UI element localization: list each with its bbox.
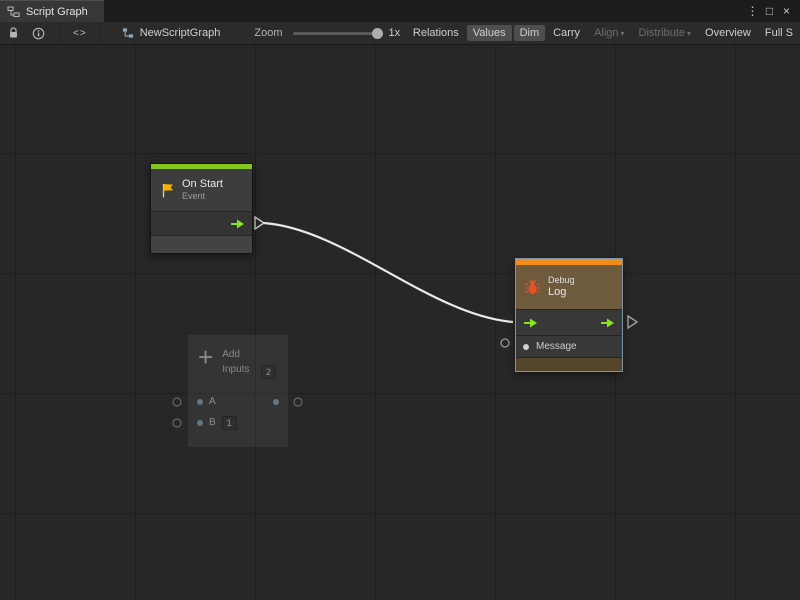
title-bar: Script Graph ⋮ □ × bbox=[0, 0, 800, 22]
add-output-connector[interactable] bbox=[294, 398, 302, 406]
message-port-dot[interactable] bbox=[523, 344, 529, 350]
zoom-slider-handle[interactable] bbox=[372, 28, 383, 39]
maximize-icon[interactable]: □ bbox=[761, 0, 778, 22]
port-b-label: B bbox=[209, 417, 216, 428]
toolbar-buttons: Relations Values Dim Carry Align▾ Distri… bbox=[406, 22, 800, 45]
window-menu-icon[interactable]: ⋮ bbox=[744, 0, 761, 22]
script-graph-icon bbox=[7, 5, 20, 18]
script-graph-window: Script Graph ⋮ □ × <> bbox=[0, 0, 800, 600]
graph-toolbar: <> NewScriptGraph Zoom 1x Relations Valu… bbox=[0, 22, 800, 45]
code-view-button[interactable]: <> bbox=[60, 22, 100, 45]
fullscreen-button[interactable]: Full S bbox=[759, 25, 799, 41]
zoom-control: Zoom 1x bbox=[254, 27, 400, 39]
align-button: Align▾ bbox=[588, 25, 630, 41]
chevron-down-icon: ▾ bbox=[687, 29, 691, 38]
on-start-header: On Start Event bbox=[151, 169, 252, 211]
add-output-dot[interactable] bbox=[273, 399, 279, 405]
graph-name: NewScriptGraph bbox=[140, 27, 221, 39]
node-on-start[interactable]: On Start Event bbox=[150, 163, 253, 254]
debug-title: Log bbox=[548, 286, 575, 300]
message-input-connector[interactable] bbox=[501, 339, 509, 347]
on-start-title: On Start bbox=[182, 178, 223, 192]
add-title: Add bbox=[222, 347, 249, 362]
info-icon[interactable] bbox=[26, 22, 50, 45]
window-title: Script Graph bbox=[26, 6, 88, 18]
port-b-value[interactable]: 1 bbox=[222, 416, 237, 430]
relations-button[interactable]: Relations bbox=[407, 25, 465, 41]
debug-output-connector[interactable] bbox=[628, 316, 637, 328]
zoom-label: Zoom bbox=[254, 27, 282, 39]
zoom-value: 1x bbox=[389, 27, 401, 39]
graph-asset[interactable]: NewScriptGraph bbox=[122, 27, 221, 39]
node-add-ghost[interactable]: + Add Inputs 2 A B 1 bbox=[188, 335, 288, 447]
debug-header: Debug Log bbox=[516, 265, 622, 309]
flow-input-port[interactable] bbox=[523, 318, 538, 328]
debug-message-row: Message bbox=[516, 335, 622, 357]
chevron-down-icon: ▾ bbox=[621, 29, 625, 38]
bug-icon bbox=[524, 279, 541, 296]
node-debug-log[interactable]: Debug Log Message bbox=[515, 258, 623, 372]
add-port-a-row: A bbox=[188, 391, 288, 412]
add-a-input-connector[interactable] bbox=[173, 398, 181, 406]
debug-footer bbox=[516, 357, 622, 371]
dim-button[interactable]: Dim bbox=[514, 25, 546, 41]
on-start-flow-row bbox=[151, 211, 252, 235]
add-port-b-row: B 1 bbox=[188, 412, 288, 433]
close-icon[interactable]: × bbox=[778, 0, 795, 22]
graph-canvas[interactable]: On Start Event bbox=[0, 45, 800, 600]
port-b-dot[interactable] bbox=[197, 420, 203, 426]
add-input-count[interactable]: 2 bbox=[261, 365, 276, 379]
flag-icon bbox=[159, 182, 175, 199]
add-b-input-connector[interactable] bbox=[173, 419, 181, 427]
zoom-slider[interactable] bbox=[293, 32, 381, 35]
window-controls: ⋮ □ × bbox=[744, 0, 800, 22]
carry-button[interactable]: Carry bbox=[547, 25, 586, 41]
on-start-subtitle: Event bbox=[182, 191, 223, 202]
debug-flow-row bbox=[516, 309, 622, 335]
connection-wire[interactable] bbox=[264, 223, 513, 322]
debug-category: Debug bbox=[548, 275, 575, 286]
plus-icon: + bbox=[198, 345, 213, 369]
overview-button[interactable]: Overview bbox=[699, 25, 757, 41]
flow-output-port[interactable] bbox=[230, 219, 245, 229]
distribute-button: Distribute▾ bbox=[633, 25, 697, 41]
message-port-label: Message bbox=[536, 341, 577, 352]
on-start-footer bbox=[151, 235, 252, 253]
port-a-dot[interactable] bbox=[197, 399, 203, 405]
tab-script-graph[interactable]: Script Graph bbox=[0, 0, 104, 22]
lock-icon[interactable] bbox=[0, 22, 26, 45]
graph-asset-icon bbox=[122, 27, 134, 39]
add-port-rows: A B 1 bbox=[188, 391, 288, 433]
flow-output-port[interactable] bbox=[600, 318, 615, 328]
on-start-output-connector[interactable] bbox=[255, 217, 264, 229]
port-a-label: A bbox=[209, 396, 216, 407]
values-button[interactable]: Values bbox=[467, 25, 512, 41]
graph-overlay bbox=[0, 45, 800, 600]
add-subtitle: Inputs bbox=[222, 362, 249, 377]
